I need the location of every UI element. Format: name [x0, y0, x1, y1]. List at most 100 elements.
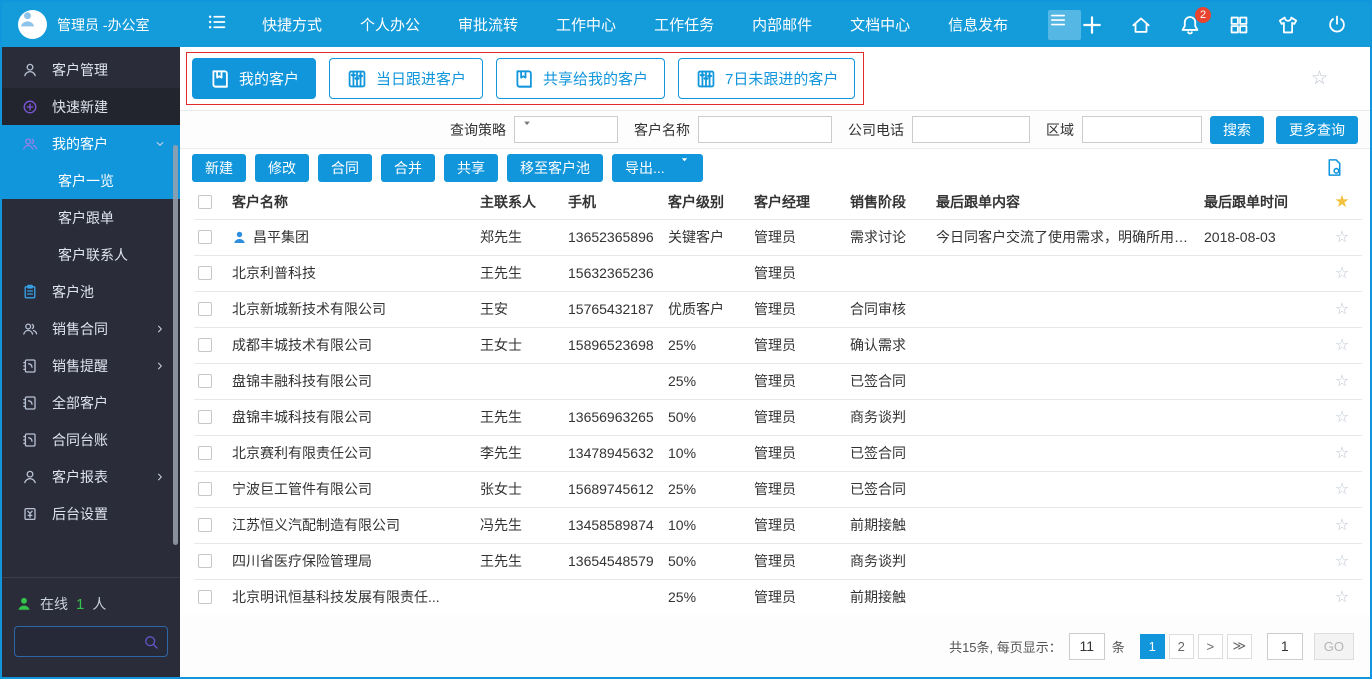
action-button[interactable]: 移至客户池 — [507, 153, 603, 182]
favorite-star-icon[interactable]: ☆ — [1311, 69, 1328, 88]
action-button[interactable]: 合并 — [381, 153, 435, 182]
strategy-select[interactable] — [514, 116, 618, 143]
tab-button[interactable]: 当日跟进客户 — [329, 58, 484, 99]
action-button[interactable]: 合同 — [318, 153, 372, 182]
select-all-checkbox[interactable] — [198, 195, 212, 210]
row-checkbox[interactable] — [198, 230, 212, 244]
sidebar-search-input[interactable] — [23, 634, 143, 649]
row-star-icon[interactable]: ☆ — [1335, 553, 1349, 570]
sidebar-item[interactable]: 销售提醒 — [2, 347, 180, 384]
sidebar-item[interactable]: 客户跟单 — [2, 199, 180, 236]
sidebar-item[interactable]: 全部客户 — [2, 384, 180, 421]
page-button[interactable]: 2 — [1168, 633, 1194, 659]
nav-item[interactable]: 工作中心 — [556, 14, 616, 35]
last-follow-time: 2018-08-03 — [1200, 219, 1322, 256]
row-checkbox[interactable] — [198, 446, 212, 460]
page-button[interactable]: 1 — [1139, 633, 1165, 659]
sidebar-item[interactable]: 客户报表 — [2, 458, 180, 495]
customer-name[interactable]: 北京赛利有限责任公司 — [232, 443, 372, 463]
tab-button[interactable]: 7日未跟进的客户 — [678, 58, 856, 99]
customer-name[interactable]: 盘锦丰城科技有限公司 — [232, 407, 372, 427]
action-button[interactable]: 修改 — [255, 153, 309, 182]
sidebar-item[interactable]: 客户管理 — [2, 51, 180, 88]
row-star-icon[interactable]: ☆ — [1335, 301, 1349, 318]
row-star-icon[interactable]: ☆ — [1335, 517, 1349, 534]
more-search-button[interactable]: 更多查询 — [1276, 115, 1358, 144]
region-input[interactable] — [1082, 116, 1202, 143]
company-phone-input[interactable] — [912, 116, 1030, 143]
table-row: 北京利普科技 王先生 15632365236 管理员 ☆ — [194, 255, 1362, 292]
tab-button[interactable]: 我的客户 — [192, 58, 317, 99]
tab-button[interactable]: 共享给我的客户 — [496, 58, 666, 99]
page-button[interactable]: ≫ — [1226, 633, 1252, 659]
go-button[interactable]: GO — [1313, 632, 1354, 660]
nav-item[interactable]: 个人办公 — [360, 14, 420, 35]
sidebar-item[interactable]: 销售合同 — [2, 310, 180, 347]
row-checkbox[interactable] — [198, 266, 212, 280]
row-star-icon[interactable]: ☆ — [1335, 229, 1349, 246]
row-checkbox[interactable] — [198, 554, 212, 568]
export-button[interactable]: 导出... — [612, 153, 703, 182]
row-star-icon[interactable]: ☆ — [1335, 373, 1349, 390]
row-checkbox[interactable] — [198, 410, 212, 424]
customer-name[interactable]: 北京利普科技 — [232, 263, 316, 283]
sidebar-item[interactable]: 快速新建 — [2, 88, 180, 125]
user-zone[interactable]: 管理员 -办公室 — [2, 10, 180, 39]
customer-name-input[interactable] — [698, 116, 832, 143]
search-button[interactable]: 搜索 — [1210, 115, 1264, 144]
nav-item[interactable]: 快捷方式 — [262, 14, 322, 35]
more-menu-button[interactable] — [1048, 9, 1081, 40]
row-checkbox[interactable] — [198, 590, 212, 604]
customer-name[interactable]: 四川省医疗保险管理局 — [232, 551, 372, 571]
customer-name[interactable]: 盘锦丰融科技有限公司 — [232, 371, 372, 391]
row-star-icon[interactable]: ☆ — [1335, 589, 1349, 606]
sidebar-item[interactable]: 客户联系人 — [2, 236, 180, 273]
customer-name[interactable]: 北京明讯恒基科技发展有限责任... — [232, 587, 440, 607]
collapse-menu-icon[interactable] — [206, 11, 228, 38]
sales-stage: 已签合同 — [846, 471, 932, 508]
page-button[interactable]: > — [1197, 633, 1223, 659]
page-size-input[interactable] — [1068, 632, 1105, 660]
customer-name[interactable]: 宁波巨工管件有限公司 — [232, 479, 372, 499]
header-star-icon[interactable]: ★ — [1334, 192, 1349, 211]
row-checkbox[interactable] — [198, 374, 212, 388]
nav-item[interactable]: 审批流转 — [458, 14, 518, 35]
sidebar-item[interactable]: 我的客户 — [2, 125, 180, 162]
theme-shirt-icon[interactable] — [1277, 14, 1299, 36]
logout-power-icon[interactable] — [1326, 14, 1348, 36]
apps-grid-icon[interactable] — [1228, 14, 1250, 36]
customer-name[interactable]: 昌平集团 — [253, 227, 309, 247]
customer-name[interactable]: 江苏恒义汽配制造有限公司 — [232, 515, 400, 535]
row-star-icon[interactable]: ☆ — [1335, 481, 1349, 498]
row-checkbox[interactable] — [198, 302, 212, 316]
last-follow-time — [1200, 579, 1322, 616]
customer-name[interactable]: 北京新城新技术有限公司 — [232, 299, 386, 319]
sidebar-item[interactable]: 客户池 — [2, 273, 180, 310]
row-star-icon[interactable]: ☆ — [1335, 445, 1349, 462]
row-star-icon[interactable]: ☆ — [1335, 265, 1349, 282]
contact-name: 冯先生 — [476, 507, 564, 544]
search-icon[interactable] — [143, 634, 159, 650]
notification-bell-icon[interactable]: 2 — [1179, 6, 1211, 36]
nav-item[interactable]: 内部邮件 — [752, 14, 812, 35]
sidebar-item[interactable]: 合同台账 — [2, 421, 180, 458]
row-star-icon[interactable]: ☆ — [1335, 337, 1349, 354]
nav-item[interactable]: 文档中心 — [850, 14, 910, 35]
sidebar-item[interactable]: 客户一览 — [2, 162, 180, 199]
row-star-icon[interactable]: ☆ — [1335, 409, 1349, 426]
home-icon[interactable] — [1130, 14, 1152, 36]
row-checkbox[interactable] — [198, 338, 212, 352]
action-button[interactable]: 共享 — [444, 153, 498, 182]
nav-item[interactable]: 信息发布 — [948, 14, 1008, 35]
row-checkbox[interactable] — [198, 518, 212, 532]
nav-item[interactable]: 工作任务 — [654, 14, 714, 35]
sidebar-scrollbar[interactable] — [173, 145, 178, 545]
add-icon[interactable] — [1081, 14, 1103, 36]
table-settings-icon[interactable] — [1325, 158, 1344, 177]
row-checkbox[interactable] — [198, 482, 212, 496]
action-button[interactable]: 新建 — [192, 153, 246, 182]
sidebar-item[interactable]: 后台设置 — [2, 495, 180, 532]
tab-label: 我的客户 — [239, 71, 300, 88]
goto-page-input[interactable] — [1266, 632, 1303, 660]
customer-name[interactable]: 成都丰城技术有限公司 — [232, 335, 372, 355]
